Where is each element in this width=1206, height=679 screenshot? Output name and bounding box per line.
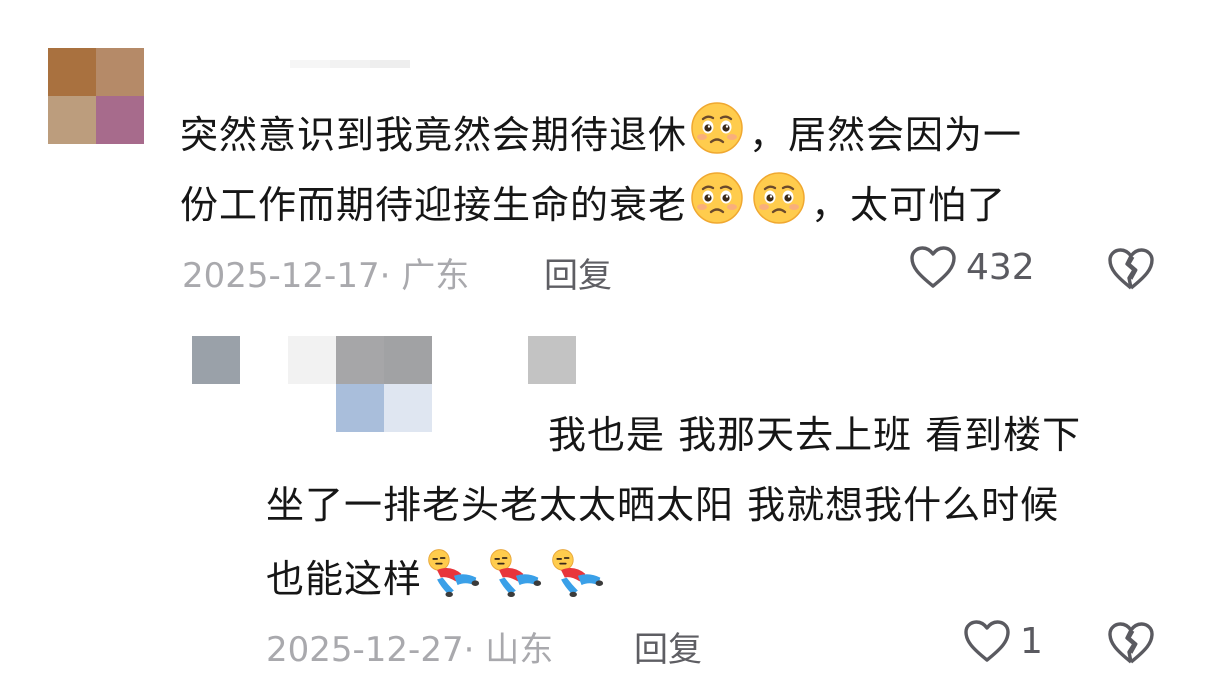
name-pixel [288,336,336,384]
name-pixel [384,336,432,384]
comment-date-location: 2025-12-17· 广东 [182,256,470,296]
name-pixel [432,336,480,384]
name-pixel [480,384,528,432]
name-pixel [330,60,370,68]
lying-down-emoji-icon [424,544,480,600]
name-pixel [432,384,480,432]
name-pixel [480,336,528,384]
reply-date-location: 2025-12-27· 山东 [266,630,554,670]
comment-text-segment: ，居然会因为一 [749,113,1023,157]
name-pixel [528,336,576,384]
name-pixel [240,336,288,384]
avatar-pixel [96,48,144,96]
name-pixel [384,384,432,432]
like-button[interactable]: 1 [962,618,1043,664]
commenter-avatar[interactable] [48,48,144,144]
replier-name-redacted[interactable] [192,336,576,432]
name-pixel [370,60,410,68]
comment-text-segment: ，太可怕了 [811,183,1007,227]
broken-heart-icon [1106,620,1156,666]
name-pixel [192,384,240,432]
name-pixel [288,384,336,432]
reply-button[interactable]: 回复 [544,248,612,297]
name-pixel [290,60,330,68]
name-pixel [192,336,240,384]
avatar-pixel [48,96,96,144]
name-pixel [240,384,288,432]
reply-text-line: 我也是 我那天去上班 看到楼下 [548,413,1082,457]
pleading-face-emoji-icon [689,170,745,226]
like-count: 432 [966,246,1035,288]
comment-text-segment: 突然意识到我竟然会期待退休 [180,113,688,157]
avatar-pixel [48,48,96,96]
like-count: 1 [1020,620,1043,662]
comment-text-line: 突然意识到我竟然会期待退休 ，居然会因为一 [180,100,1022,159]
dislike-button[interactable] [1106,246,1156,292]
avatar-pixel [96,96,144,144]
dislike-button[interactable] [1106,620,1156,666]
reply-button[interactable]: 回复 [634,622,702,671]
lying-down-emoji-icon [548,544,604,600]
pleading-face-emoji-icon [751,170,807,226]
reply-text-line: 坐了一排老头老太太晒太阳 我就想我什么时候 [266,483,1060,527]
reply-text-line: 也能这样 [266,544,608,603]
pleading-face-emoji-icon [689,100,745,156]
name-pixel [336,336,384,384]
commenter-name-redacted[interactable] [290,60,410,68]
comment-text-segment: 份工作而期待迎接生命的衰老 [180,183,688,227]
heart-outline-icon [962,618,1012,664]
heart-outline-icon [908,244,958,290]
name-pixel [336,384,384,432]
comment-text-line: 份工作而期待迎接生命的衰老 ，太可怕了 [180,170,1006,229]
like-button[interactable]: 432 [908,244,1035,290]
broken-heart-icon [1106,246,1156,292]
lying-down-emoji-icon [486,544,542,600]
reply-text-segment: 也能这样 [266,557,423,601]
